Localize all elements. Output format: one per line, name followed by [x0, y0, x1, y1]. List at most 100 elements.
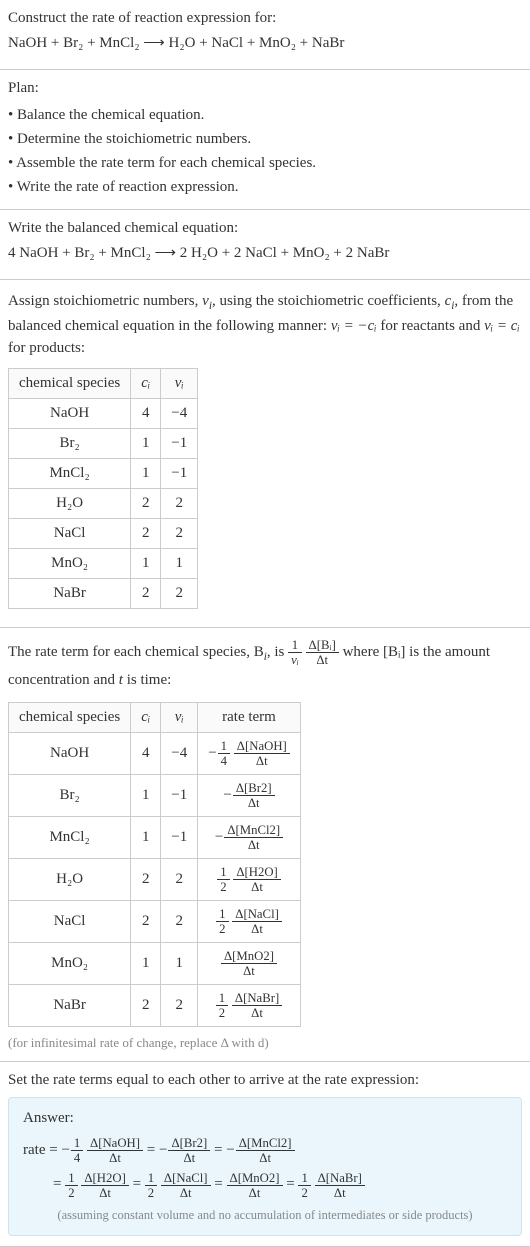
balanced-section: Write the balanced chemical equation: 4 … — [0, 210, 530, 280]
delta-fraction: Δ[MnCl2]Δt — [224, 823, 283, 852]
table-row: MnCl₂1−1 — [9, 458, 198, 488]
numerator: Δ[MnCl2] — [236, 1136, 295, 1151]
denominator: Δt — [81, 1186, 128, 1200]
cell-species: NaBr — [9, 578, 131, 608]
numerator: 1 — [288, 638, 302, 653]
denominator: Δt — [224, 838, 283, 852]
numerator: Δ[MnCl2] — [224, 823, 283, 838]
col-rate: rate term — [198, 703, 301, 733]
rateterm-section: The rate term for each chemical species,… — [0, 628, 530, 1062]
denominator: 2 — [298, 1186, 310, 1200]
coef-fraction: 12 — [217, 865, 229, 894]
cell-nui: 1 — [161, 943, 198, 985]
col-nui: νᵢ — [161, 368, 198, 398]
plan-item: • Balance the chemical equation. — [8, 103, 522, 127]
stoich-section: Assign stoichiometric numbers, νi, using… — [0, 280, 530, 628]
cell-rate: −Δ[MnCl2]Δt — [198, 817, 301, 859]
plan-item: • Determine the stoichiometric numbers. — [8, 127, 522, 151]
term: −Δ[MnCl2]Δt — [226, 1142, 294, 1158]
cell-nui: 2 — [161, 518, 198, 548]
denominator: Δt — [232, 1006, 282, 1020]
numerator: 1 — [298, 1171, 310, 1186]
numerator: Δ[H2O] — [81, 1171, 128, 1186]
coef-fraction: 12 — [216, 907, 228, 936]
denominator: Δt — [168, 1151, 210, 1165]
table-row: NaBr22 — [9, 578, 198, 608]
cell-species: MnO₂ — [9, 548, 131, 578]
cell-ci: 1 — [131, 817, 161, 859]
balanced-heading: Write the balanced chemical equation: — [8, 220, 522, 237]
equals: = — [53, 1176, 65, 1192]
cell-ci: 2 — [131, 985, 161, 1027]
delta-fraction: Δ[NaCl]Δt — [232, 907, 282, 936]
stoich-intro: Assign stoichiometric numbers, νi, using… — [8, 290, 522, 360]
term: −Δ[Br2]Δt — [159, 1142, 210, 1158]
plan-list: • Balance the chemical equation. • Deter… — [8, 103, 522, 199]
cell-ci: 2 — [131, 901, 161, 943]
coef-fraction: 12 — [145, 1171, 157, 1200]
cell-species: NaCl — [9, 901, 131, 943]
col-ci: cᵢ — [131, 703, 161, 733]
delta-fraction: Δ[NaBr]Δt — [315, 1171, 365, 1200]
ci-label: cᵢ — [141, 375, 150, 391]
numerator: Δ[NaOH] — [87, 1136, 143, 1151]
table-row: NaOH4−4 — [9, 398, 198, 428]
delta-fraction: Δ[Br2]Δt — [233, 781, 275, 810]
plan-item: • Write the rate of reaction expression. — [8, 175, 522, 199]
cell-rate: Δ[MnO2]Δt — [198, 943, 301, 985]
col-nui: νᵢ — [161, 703, 198, 733]
delta-fraction: Δ[NaBr]Δt — [232, 991, 282, 1020]
numerator: Δ[NaOH] — [234, 739, 290, 754]
denominator: 2 — [217, 880, 229, 894]
delta-fraction: Δ[NaOH]Δt — [87, 1136, 143, 1165]
table-row: NaOH 4 −4 −14 Δ[NaOH]Δt — [9, 733, 301, 775]
cell-ci: 2 — [131, 488, 161, 518]
numerator: 1 — [217, 865, 229, 880]
cell-species: Br₂ — [9, 775, 131, 817]
cell-rate: 12 Δ[NaCl]Δt — [198, 901, 301, 943]
neg-sign: − — [61, 1142, 69, 1158]
nui-label: νᵢ — [175, 375, 184, 391]
table-header-row: chemical species cᵢ νᵢ — [9, 368, 198, 398]
cell-nui: −1 — [161, 817, 198, 859]
term: 12 Δ[NaCl]Δt — [145, 1177, 211, 1193]
numerator: Δ[Br2] — [168, 1136, 210, 1151]
rateterm-table: chemical species cᵢ νᵢ rate term NaOH 4 … — [8, 702, 301, 1027]
text: , is — [267, 644, 288, 660]
cell-ci: 2 — [131, 578, 161, 608]
table-row: Br₂1−1 — [9, 428, 198, 458]
cell-species: NaOH — [9, 398, 131, 428]
coef-fraction: 14 — [71, 1136, 83, 1165]
denominator: Δt — [233, 796, 275, 810]
cell-nui: −1 — [161, 428, 198, 458]
cell-nui: 2 — [161, 901, 198, 943]
delta-fraction: Δ[NaCl]Δt — [161, 1171, 211, 1200]
cell-species: NaCl — [9, 518, 131, 548]
denominator: 2 — [145, 1186, 157, 1200]
answer-label: Answer: — [23, 1110, 507, 1127]
stoich-table: chemical species cᵢ νᵢ NaOH4−4 Br₂1−1 Mn… — [8, 368, 198, 609]
col-species: chemical species — [9, 703, 131, 733]
cell-species: NaBr — [9, 985, 131, 1027]
cell-ci: 2 — [131, 518, 161, 548]
numerator: Δ[H2O] — [233, 865, 280, 880]
cell-nui: 2 — [161, 859, 198, 901]
term: 12 Δ[NaBr]Δt — [298, 1177, 364, 1193]
intro-title: Construct the rate of reaction expressio… — [8, 10, 522, 27]
numerator: Δ[NaBr] — [232, 991, 282, 1006]
text: Assign stoichiometric numbers, — [8, 293, 202, 309]
cell-ci: 1 — [131, 548, 161, 578]
table-row: NaCl22 — [9, 518, 198, 548]
numerator: 1 — [65, 1171, 77, 1186]
equals: = — [147, 1142, 159, 1158]
neg-sign: − — [226, 1142, 234, 1158]
table-row: NaBr 2 2 12 Δ[NaBr]Δt — [9, 985, 301, 1027]
cell-nui: 2 — [161, 488, 198, 518]
denominator: 4 — [218, 754, 230, 768]
cell-ci: 1 — [131, 458, 161, 488]
fraction: 1νᵢ — [288, 638, 302, 667]
numerator: 1 — [145, 1171, 157, 1186]
col-species: chemical species — [9, 368, 131, 398]
cell-species: MnO₂ — [9, 943, 131, 985]
relation-products: νᵢ = cᵢ — [484, 318, 520, 334]
